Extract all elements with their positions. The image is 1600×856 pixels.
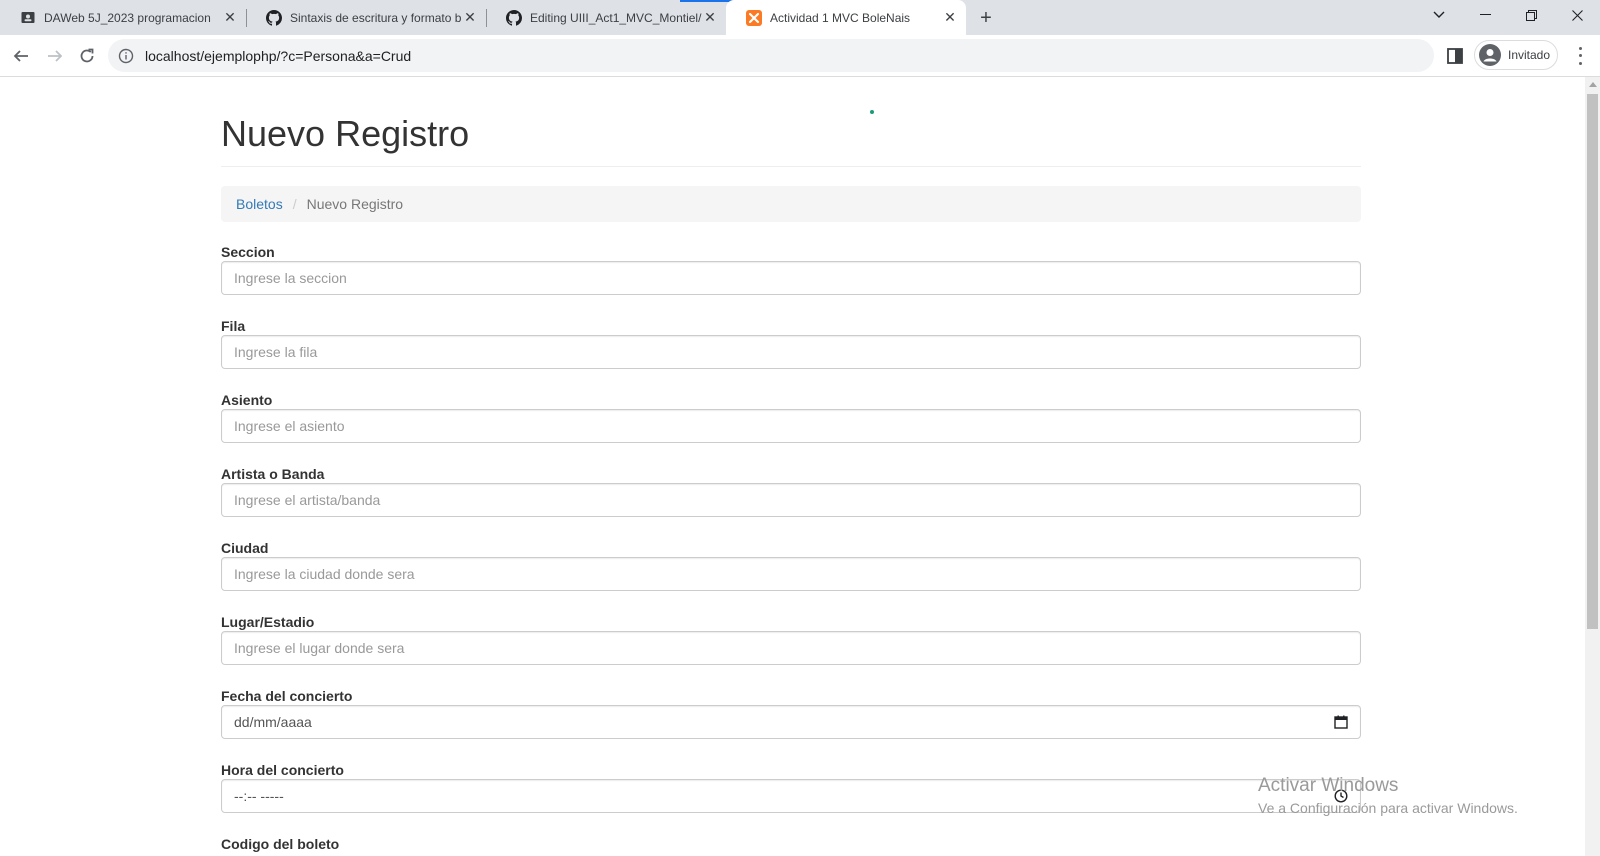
- github-icon: [506, 9, 522, 26]
- field-asiento: Asiento Ingrese el asiento: [221, 391, 1361, 443]
- tab-label: Editing UIII_Act1_MVC_Montiel/: [530, 10, 702, 25]
- asiento-input[interactable]: Ingrese el asiento: [221, 409, 1361, 443]
- field-label: Lugar/Estadio: [221, 614, 315, 630]
- profile-button[interactable]: Invitado: [1474, 40, 1558, 70]
- address-bar[interactable]: localhost/ejemplophp/?c=Persona&a=Crud: [108, 39, 1434, 72]
- close-icon[interactable]: ✕: [702, 9, 718, 26]
- field-fecha: Fecha del concierto dd/mm/aaaa: [221, 687, 1361, 739]
- guest-avatar-icon: [1479, 44, 1501, 66]
- side-panel-icon[interactable]: [1446, 47, 1464, 65]
- profile-label: Invitado: [1508, 48, 1551, 62]
- hora-time-input[interactable]: --:-- -----: [221, 779, 1361, 813]
- tab-strip: DAWeb 5J_2023 programacion ✕ Sintaxis de…: [0, 0, 1600, 35]
- watermark-title: Activar Windows: [1258, 775, 1399, 796]
- tab-label: DAWeb 5J_2023 programacion: [44, 10, 211, 25]
- tab-label: Sintaxis de escritura y formato b: [290, 10, 462, 25]
- field-ciudad: Ciudad Ingrese la ciudad donde sera: [221, 539, 1361, 591]
- field-fila: Fila Ingrese la fila: [221, 317, 1361, 369]
- calendar-icon[interactable]: [1334, 715, 1348, 729]
- fecha-date-input[interactable]: dd/mm/aaaa: [221, 705, 1361, 739]
- date-value: dd/mm/aaaa: [234, 714, 312, 730]
- page-title: Nuevo Registro: [221, 113, 470, 154]
- field-label: Hora del concierto: [221, 762, 344, 778]
- title-divider: [221, 166, 1361, 167]
- classroom-icon: [20, 10, 36, 26]
- windows-activation-watermark: Activar Windows Ve a Configuración para …: [1258, 774, 1518, 818]
- close-icon[interactable]: ✕: [942, 9, 958, 26]
- field-seccion: Seccion Ingrese la seccion: [221, 243, 1361, 295]
- artista-input[interactable]: Ingrese el artista/banda: [221, 483, 1361, 517]
- field-hora: Hora del concierto --:-- -----: [221, 761, 1361, 813]
- info-icon[interactable]: [118, 48, 134, 64]
- forward-button[interactable]: [42, 43, 68, 69]
- scrollbar-thumb[interactable]: [1587, 94, 1598, 629]
- breadcrumb-current: Nuevo Registro: [306, 196, 404, 212]
- page-viewport: Nuevo Registro Boletos / Nuevo Registro …: [0, 77, 1585, 856]
- tab-label: Actividad 1 MVC BoleNais: [770, 10, 911, 25]
- field-label: Ciudad: [221, 540, 269, 556]
- tab-search-button[interactable]: [1416, 0, 1462, 30]
- fila-input[interactable]: Ingrese la fila: [221, 335, 1361, 369]
- lugar-input[interactable]: Ingrese el lugar donde sera: [221, 631, 1361, 665]
- close-icon[interactable]: ✕: [222, 9, 238, 26]
- field-label: Asiento: [221, 392, 273, 408]
- new-tab-button[interactable]: +: [974, 6, 998, 30]
- back-button[interactable]: [8, 43, 34, 69]
- breadcrumb-separator: /: [292, 196, 297, 212]
- field-label: Codigo del boleto: [221, 836, 340, 852]
- github-icon: [266, 9, 282, 26]
- breadcrumb-link-boletos[interactable]: Boletos: [236, 196, 283, 212]
- scroll-up-arrow-icon[interactable]: [1585, 77, 1600, 92]
- close-window-button[interactable]: [1554, 0, 1600, 30]
- ciudad-input[interactable]: Ingrese la ciudad donde sera: [221, 557, 1361, 591]
- field-lugar: Lugar/Estadio Ingrese el lugar donde ser…: [221, 613, 1361, 665]
- tab-daweb[interactable]: DAWeb 5J_2023 programacion ✕: [0, 0, 246, 35]
- tab-sintaxis[interactable]: Sintaxis de escritura y formato b ✕: [246, 0, 486, 35]
- field-label: Artista o Banda: [221, 466, 325, 482]
- reload-button[interactable]: [74, 43, 100, 69]
- xampp-icon: [746, 9, 762, 26]
- seccion-input[interactable]: Ingrese la seccion: [221, 261, 1361, 295]
- field-artista: Artista o Banda Ingrese el artista/banda: [221, 465, 1361, 517]
- tab-actividad[interactable]: Actividad 1 MVC BoleNais ✕: [726, 0, 966, 35]
- page-scrollbar[interactable]: [1585, 77, 1600, 856]
- tab-editing[interactable]: Editing UIII_Act1_MVC_Montiel/ ✕: [486, 0, 726, 35]
- browser-menu-icon[interactable]: [1570, 45, 1590, 67]
- address-text: localhost/ejemplophp/?c=Persona&a=Crud: [145, 47, 412, 64]
- field-codigo: Codigo del boleto: [221, 835, 1361, 853]
- restore-button[interactable]: [1508, 0, 1554, 30]
- field-label: Fecha del concierto: [221, 688, 353, 704]
- minimize-button[interactable]: [1462, 0, 1508, 30]
- breadcrumb: Boletos / Nuevo Registro: [221, 186, 1361, 222]
- watermark-subtitle: Ve a Configuración para activar Windows.: [1258, 800, 1518, 816]
- loading-dot: [870, 110, 874, 114]
- browser-toolbar: localhost/ejemplophp/?c=Persona&a=Crud I…: [0, 35, 1600, 77]
- close-icon[interactable]: ✕: [462, 9, 478, 26]
- time-value: --:-- -----: [234, 788, 284, 804]
- field-label: Fila: [221, 318, 246, 334]
- field-label: Seccion: [221, 244, 275, 260]
